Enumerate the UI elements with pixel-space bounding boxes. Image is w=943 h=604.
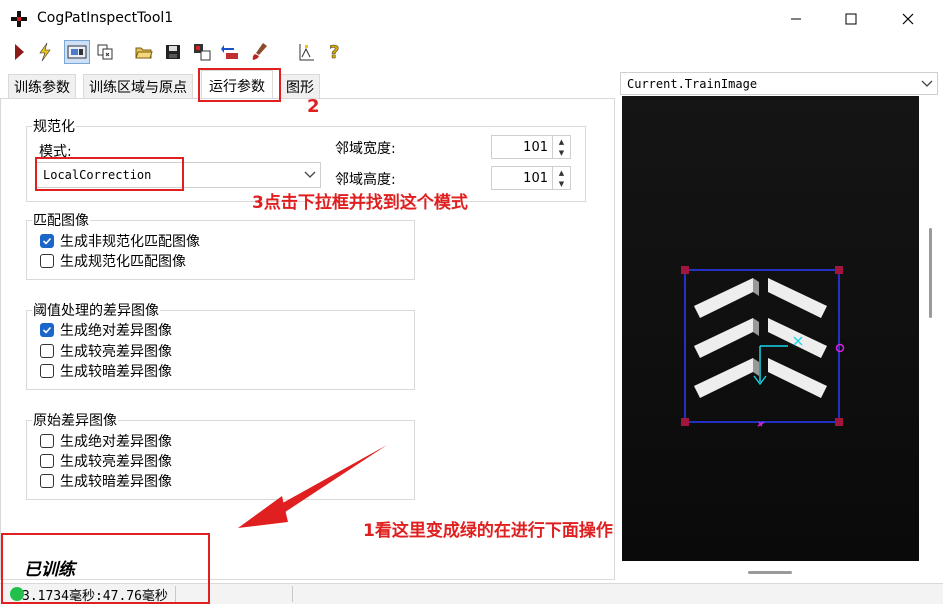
tab-train-params[interactable]: 训练参数 <box>8 74 76 98</box>
checkbox-icon[interactable] <box>40 344 54 358</box>
neighborhood-width-value: 101 <box>523 139 548 155</box>
annotation-box-mode-dropdown <box>35 157 184 191</box>
save-icon <box>166 45 180 59</box>
tab-train-region-origin[interactable]: 训练区域与原点 <box>83 74 193 98</box>
annotation-box-status <box>1 533 210 604</box>
checkbox-icon[interactable] <box>40 364 54 378</box>
raw-diff-group-label: 原始差异图像 <box>32 410 118 430</box>
image-display[interactable] <box>622 96 919 561</box>
chart-icon <box>299 44 314 61</box>
chevron-down-icon <box>917 80 937 88</box>
threshold-diff-group-label: 阈值处理的差异图像 <box>32 300 160 320</box>
checkbox-checked-icon[interactable] <box>40 323 54 337</box>
minimize-button[interactable] <box>773 0 819 38</box>
open-folder-icon <box>135 47 153 59</box>
minimize-icon <box>791 18 801 20</box>
copy-icon <box>97 44 113 60</box>
image-selector-dropdown[interactable]: Current.TrainImage <box>620 72 938 95</box>
lightning-icon <box>39 42 51 62</box>
neighborhood-height-label: 邻域高度: <box>335 172 396 188</box>
chevron-down-icon <box>300 171 320 179</box>
app-cross-icon <box>10 10 28 28</box>
image-vertical-scrollbar[interactable] <box>925 96 939 561</box>
maximize-button[interactable] <box>828 0 874 38</box>
window-title: CogPatInspectTool1 <box>37 10 174 26</box>
annotation-step2: 2 <box>307 96 320 117</box>
reset-icon <box>221 45 238 59</box>
svg-text:?: ? <box>329 42 339 62</box>
annotation-step3: 3点击下拉框并找到这个模式 <box>252 193 468 213</box>
neighborhood-height-spinner[interactable]: 101 ▲ ▼ <box>491 166 571 190</box>
brush-icon <box>252 43 267 60</box>
checkbox-raw-absolute-diff[interactable]: 生成绝对差异图像 <box>40 431 172 451</box>
save-button[interactable] <box>162 40 184 64</box>
checkbox-icon[interactable] <box>40 254 54 268</box>
annotation-step1: 1看这里变成绿的在进行下面操作 <box>363 521 613 541</box>
train-image-canvas[interactable] <box>622 96 919 561</box>
io-settings-button[interactable] <box>191 40 213 64</box>
spin-down-icon[interactable]: ▼ <box>553 178 570 189</box>
checkbox-gen-darker-diff[interactable]: 生成较暗差异图像 <box>40 361 172 381</box>
image-horizontal-scrollbar[interactable] <box>748 571 792 574</box>
spin-up-icon[interactable]: ▲ <box>553 167 570 178</box>
checkbox-gen-absolute-diff[interactable]: 生成绝对差异图像 <box>40 320 172 340</box>
run-icon <box>15 44 24 60</box>
spin-up-icon[interactable]: ▲ <box>553 136 570 147</box>
match-image-group-label: 匹配图像 <box>32 210 90 230</box>
open-button[interactable] <box>133 40 155 64</box>
toolbar: ? <box>0 38 943 68</box>
reset-button[interactable] <box>220 40 242 64</box>
checkbox-raw-darker-diff[interactable]: 生成较暗差异图像 <box>40 471 172 491</box>
checkbox-icon[interactable] <box>40 454 54 468</box>
statistics-button[interactable] <box>295 40 317 64</box>
image-view-icon <box>67 45 87 59</box>
close-button[interactable] <box>885 0 931 38</box>
checkbox-raw-brighter-diff[interactable]: 生成较亮差异图像 <box>40 451 172 471</box>
checkbox-checked-icon[interactable] <box>40 234 54 248</box>
neighborhood-height-value: 101 <box>523 170 548 186</box>
help-icon: ? <box>329 42 340 62</box>
settings-io-icon <box>194 44 211 61</box>
electric-run-button[interactable] <box>34 40 56 64</box>
run-button[interactable] <box>8 40 30 64</box>
maximize-icon <box>845 13 857 25</box>
annotation-arrow-icon <box>238 445 387 528</box>
spin-down-icon[interactable]: ▼ <box>553 147 570 158</box>
checkbox-icon[interactable] <box>40 474 54 488</box>
close-icon <box>902 13 914 25</box>
title-bar: CogPatInspectTool1 <box>0 0 943 38</box>
annotation-box-run-params-tab <box>198 68 281 102</box>
copy-button[interactable] <box>94 40 116 64</box>
status-divider <box>292 586 293 602</box>
checkbox-gen-brighter-diff[interactable]: 生成较亮差异图像 <box>40 341 172 361</box>
image-selector-value: Current.TrainImage <box>627 76 758 91</box>
image-view-button[interactable] <box>64 40 90 64</box>
checkbox-gen-normalized-match[interactable]: 生成规范化匹配图像 <box>40 251 186 271</box>
brush-button[interactable] <box>249 40 271 64</box>
tab-graphics[interactable]: 图形 <box>280 74 320 98</box>
help-button[interactable]: ? <box>324 40 346 64</box>
normalization-group-label: 规范化 <box>32 116 76 136</box>
checkbox-icon[interactable] <box>40 434 54 448</box>
checkbox-gen-unnormalized-match[interactable]: 生成非规范化匹配图像 <box>40 231 200 251</box>
scrollbar-thumb[interactable] <box>929 228 932 318</box>
neighborhood-width-label: 邻域宽度: <box>335 141 396 157</box>
neighborhood-width-spinner[interactable]: 101 ▲ ▼ <box>491 135 571 159</box>
